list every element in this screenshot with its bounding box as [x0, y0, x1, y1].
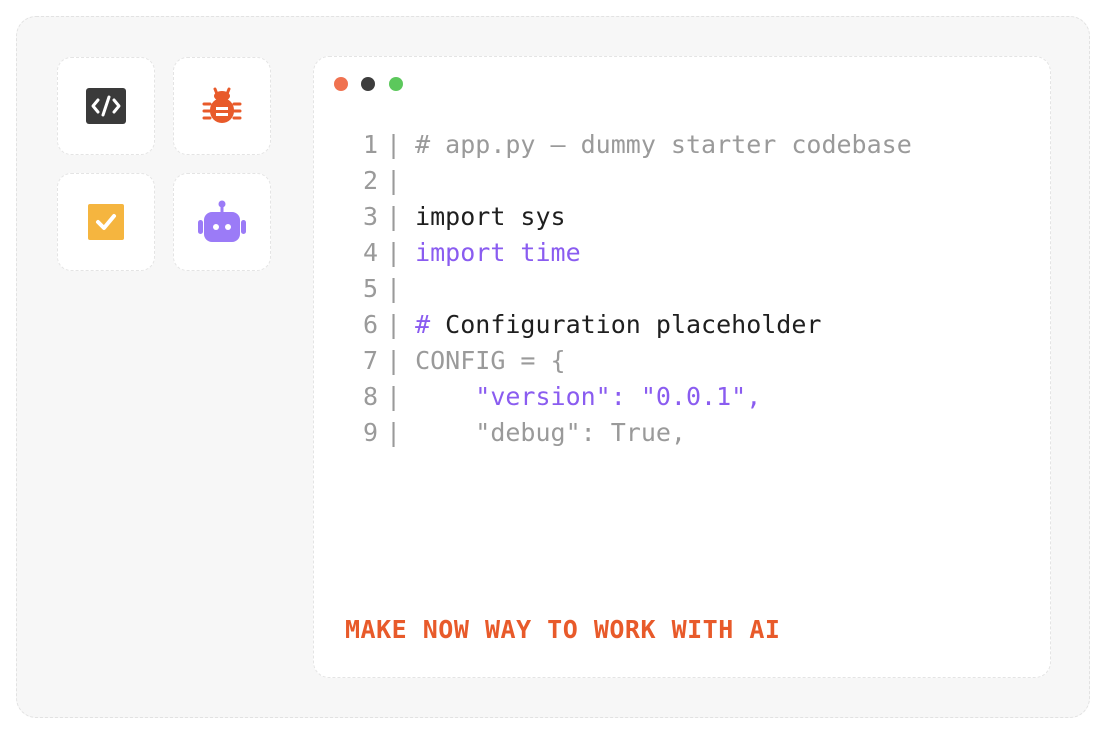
line-separator: | — [386, 382, 402, 411]
code-line: 6 | # Configuration placeholder — [314, 307, 912, 343]
task-tool-button[interactable] — [57, 173, 155, 271]
line-number: 1 — [362, 130, 378, 159]
maximize-window-dot[interactable] — [389, 77, 403, 91]
bug-icon — [202, 87, 242, 123]
line-number: 7 — [362, 346, 378, 375]
close-window-dot[interactable] — [334, 77, 348, 91]
line-number: 2 — [362, 166, 378, 195]
line-separator: | — [386, 238, 402, 267]
code-token: CONFIG = { — [415, 346, 566, 375]
robot-icon — [198, 200, 246, 242]
minimize-window-dot[interactable] — [361, 77, 375, 91]
robot-tool-button[interactable] — [173, 173, 271, 271]
bug-tool-button[interactable] — [173, 57, 271, 155]
code-line: 2 | — [314, 163, 912, 199]
code-tool-button[interactable] — [57, 57, 155, 155]
line-number: 5 — [362, 274, 378, 303]
line-separator: | — [386, 310, 402, 339]
line-separator: | — [386, 130, 402, 159]
line-separator: | — [386, 418, 402, 447]
code-line: 4 | import time — [314, 235, 912, 271]
code-token: # app.py — dummy starter codebase — [415, 130, 912, 159]
line-number: 8 — [362, 382, 378, 411]
checkbox-icon — [88, 204, 124, 240]
code-token: "version": "0.0.1", — [415, 382, 762, 411]
line-number: 4 — [362, 238, 378, 267]
line-number: 9 — [362, 418, 378, 447]
code-token: import time — [415, 238, 581, 267]
line-separator: | — [386, 346, 402, 375]
code-token: import sys — [415, 202, 566, 231]
line-number: 6 — [362, 310, 378, 339]
code-line: 7 | CONFIG = { — [314, 343, 912, 379]
code-line: 1 | # app.py — dummy starter codebase — [314, 127, 912, 163]
line-separator: | — [386, 274, 402, 303]
code-line: 3 | import sys — [314, 199, 912, 235]
code-token: # — [415, 310, 446, 339]
code-line: 8 | "version": "0.0.1", — [314, 379, 912, 415]
line-separator: | — [386, 202, 402, 231]
code-token: Configuration placeholder — [445, 310, 822, 339]
line-number: 3 — [362, 202, 378, 231]
code-token: "debug": True, — [415, 418, 686, 447]
code-line: 9 | "debug": True, — [314, 415, 912, 451]
code-area[interactable]: 1 | # app.py — dummy starter codebase 2 | 3 | i… — [314, 127, 912, 451]
code-editor-window: 1 | # app.py — dummy starter codebase 2 | 3 | i… — [313, 56, 1051, 678]
tagline: MAKE NOW WAY TO WORK WITH AI — [345, 615, 781, 644]
code-icon — [86, 88, 126, 124]
line-separator: | — [386, 166, 402, 195]
code-line: 5 | — [314, 271, 912, 307]
